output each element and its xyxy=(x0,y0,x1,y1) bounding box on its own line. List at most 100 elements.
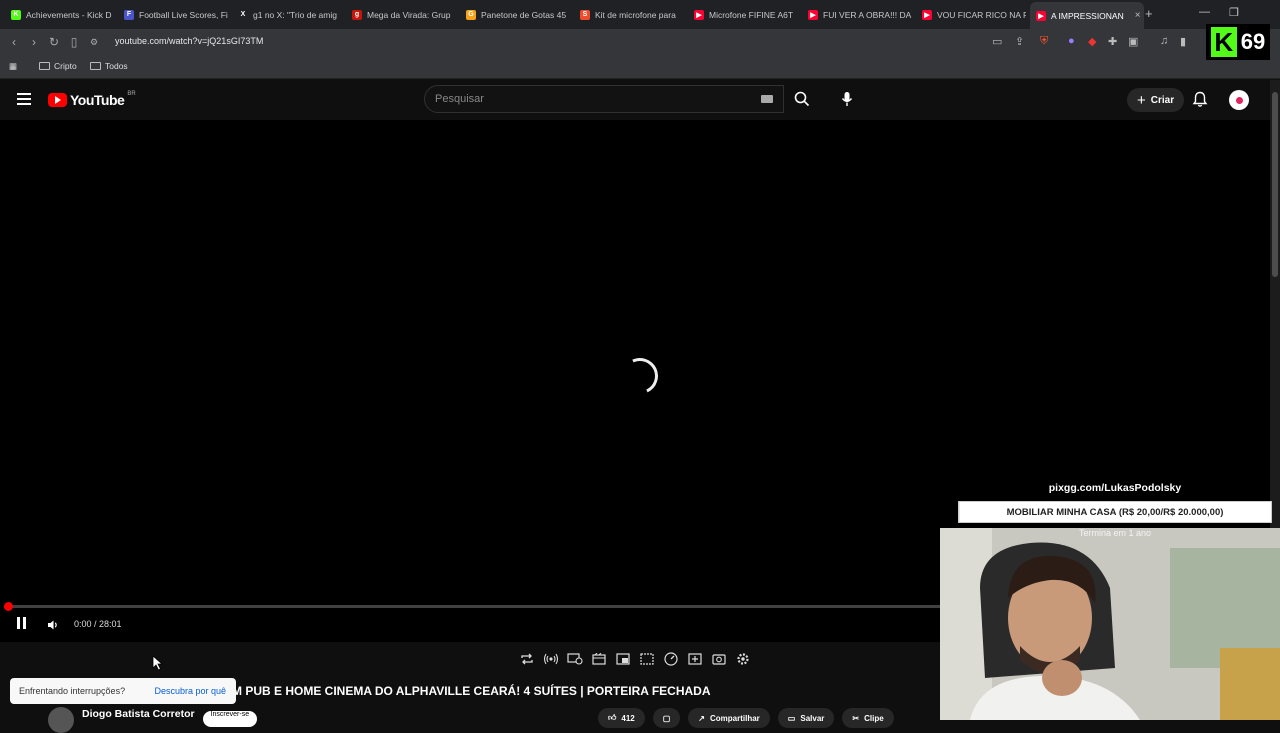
subscribe-button[interactable]: Inscrever-se xyxy=(203,711,258,727)
scrollbar-thumb[interactable] xyxy=(1272,92,1278,277)
goal-ends-text: Termina em 1 ano xyxy=(958,528,1272,538)
close-tab-icon[interactable]: × xyxy=(1135,10,1141,21)
save-icon: ▭ xyxy=(788,714,796,723)
bookmark-folder-todos[interactable]: Todos xyxy=(90,61,128,71)
like-button[interactable]: 👍︎412 xyxy=(598,708,645,728)
folder-icon xyxy=(90,62,101,70)
favicon-icon: ▶ xyxy=(922,10,932,20)
youtube-play-icon xyxy=(48,93,67,107)
extension-icon[interactable]: ◆ xyxy=(1088,35,1096,48)
cinema-mode-icon[interactable] xyxy=(590,651,608,667)
kick-follower-badge: K 69 xyxy=(1206,24,1270,60)
avatar-icon xyxy=(1236,97,1243,104)
create-button[interactable]: + Criar xyxy=(1127,88,1184,112)
tab-label: Football Live Scores, Fi xyxy=(139,10,228,20)
channel-name[interactable]: Diogo Batista Corretor xyxy=(82,708,195,720)
favicon-icon: ▶ xyxy=(694,10,704,20)
downloads-icon[interactable]: ▣ xyxy=(1128,35,1138,48)
save-button[interactable]: ▭Salvar xyxy=(778,708,835,728)
browser-tab[interactable]: Xg1 no X: "Trio de amig xyxy=(232,4,342,25)
volume-button[interactable] xyxy=(47,618,59,636)
favicon-icon: F xyxy=(124,10,134,20)
picture-in-picture-icon[interactable] xyxy=(614,651,632,667)
browser-tab[interactable]: K Achievements - Kick D xyxy=(5,4,115,25)
settings-gear-icon[interactable] xyxy=(734,651,752,667)
search-button[interactable] xyxy=(784,85,820,113)
pause-button[interactable] xyxy=(17,617,26,629)
forward-icon[interactable]: › xyxy=(24,35,44,49)
browser-tab[interactable]: S Kit de microfone para xyxy=(574,4,684,25)
favicon-icon: G xyxy=(466,10,476,20)
browser-tab[interactable]: gMega da Virada: Grup xyxy=(346,4,456,25)
share-icon[interactable]: ⇪ xyxy=(1015,35,1024,48)
favicon-icon: ▶ xyxy=(808,10,818,20)
donation-url: pixgg.com/LukasPodolsky xyxy=(958,482,1272,494)
voice-search-button[interactable] xyxy=(833,85,861,113)
tab-label: Panetone de Gotas 45 xyxy=(481,10,566,20)
puzzle-icon[interactable]: ✚ xyxy=(1108,35,1117,48)
tab-label: g1 no X: "Trio de amig xyxy=(253,10,337,20)
bell-icon xyxy=(1192,91,1208,108)
share-button[interactable]: ↗Compartilhar xyxy=(688,708,770,728)
favicon-icon: S xyxy=(580,10,590,20)
screenshot-icon[interactable] xyxy=(710,651,728,667)
notifications-button[interactable] xyxy=(1192,91,1208,113)
watch-later-icon[interactable] xyxy=(566,651,584,667)
media-icon[interactable]: ♫ xyxy=(1160,35,1168,47)
tab-label: Kit de microfone para xyxy=(595,10,676,20)
browser-tab[interactable]: F Football Live Scores, Fi xyxy=(118,4,228,25)
goal-label: MOBILIAR MINHA CASA (R$ 20,00/R$ 20.000,… xyxy=(1007,507,1224,518)
tab-label: FUI VER A OBRA!!! DA xyxy=(823,10,911,20)
add-to-playlist-icon[interactable] xyxy=(686,651,704,667)
clip-button[interactable]: ✂Clipe xyxy=(842,708,893,728)
time-display: 0:00 / 28:01 xyxy=(74,619,122,629)
volume-icon xyxy=(47,619,59,631)
webcam-feed-image xyxy=(940,528,1280,720)
scrubber-handle[interactable] xyxy=(4,602,13,611)
minimize-icon[interactable]: — xyxy=(1199,6,1210,18)
brave-shield-icon[interactable]: ⛨ xyxy=(1040,35,1048,48)
browser-tab[interactable]: G Panetone de Gotas 45 xyxy=(460,4,570,25)
tab-label: A IMPRESSIONAN xyxy=(1051,11,1124,21)
menu-icon[interactable] xyxy=(17,93,31,108)
scissors-icon: ✂ xyxy=(852,714,859,723)
browser-tab[interactable]: ▶Microfone FIFINE A6T xyxy=(688,4,798,25)
dislike-button[interactable]: ▢ xyxy=(653,708,681,728)
bookmark-icon[interactable]: ▯ xyxy=(64,35,84,49)
keyboard-icon[interactable] xyxy=(761,95,773,103)
learn-why-link[interactable]: Descubra por quê xyxy=(154,686,226,696)
kick-logo-icon: K xyxy=(1211,27,1237,57)
reload-icon[interactable]: ↻ xyxy=(44,35,64,49)
site-info-icon[interactable]: ⚙ xyxy=(84,37,104,48)
mouse-cursor-icon xyxy=(152,655,164,671)
new-tab-button[interactable]: + xyxy=(1145,6,1153,21)
back-icon[interactable]: ‹ xyxy=(4,35,24,49)
address-bar[interactable]: youtube.com/watch?v=jQ21sGI73TM xyxy=(115,36,263,46)
donation-goal-bar: MOBILIAR MINHA CASA (R$ 20,00/R$ 20.000,… xyxy=(958,501,1272,523)
microphone-icon xyxy=(841,91,853,107)
browser-tab[interactable]: ▶VOU FICAR RICO NA R xyxy=(916,4,1026,25)
thumbs-down-icon: ▢ xyxy=(663,714,671,723)
apps-icon[interactable]: ▦ xyxy=(9,61,17,72)
bookmarks-bar: ▦ Cripto Todos xyxy=(0,55,1280,79)
extension-icon[interactable]: ● xyxy=(1068,35,1075,47)
sidebar-icon[interactable]: ▮ xyxy=(1180,35,1186,48)
audio-mode-icon[interactable] xyxy=(542,651,560,667)
speed-icon[interactable] xyxy=(662,651,680,667)
browser-tab[interactable]: ▶A IMPRESSIONAN× xyxy=(1030,2,1144,29)
streamer-webcam xyxy=(940,528,1280,720)
bookmark-folder-cripto[interactable]: Cripto xyxy=(39,61,77,71)
video-title: M PUB E HOME CINEMA DO ALPHAVILLE CEARÁ!… xyxy=(232,684,711,698)
loading-spinner-icon xyxy=(617,353,663,399)
browser-tab[interactable]: ▶ FUI VER A OBRA!!! DA xyxy=(802,4,912,25)
favicon-icon: K xyxy=(11,10,21,20)
theater-icon[interactable] xyxy=(638,651,656,667)
loop-icon[interactable] xyxy=(518,651,536,667)
restore-icon[interactable]: ❐ xyxy=(1229,6,1239,19)
youtube-logo[interactable]: YouTube BR xyxy=(48,92,136,108)
account-avatar[interactable] xyxy=(1229,90,1249,110)
search-input[interactable] xyxy=(425,86,745,112)
tab-label: Achievements - Kick D xyxy=(26,10,112,20)
channel-avatar[interactable] xyxy=(48,707,74,733)
cast-icon[interactable]: ▭ xyxy=(992,35,1002,48)
